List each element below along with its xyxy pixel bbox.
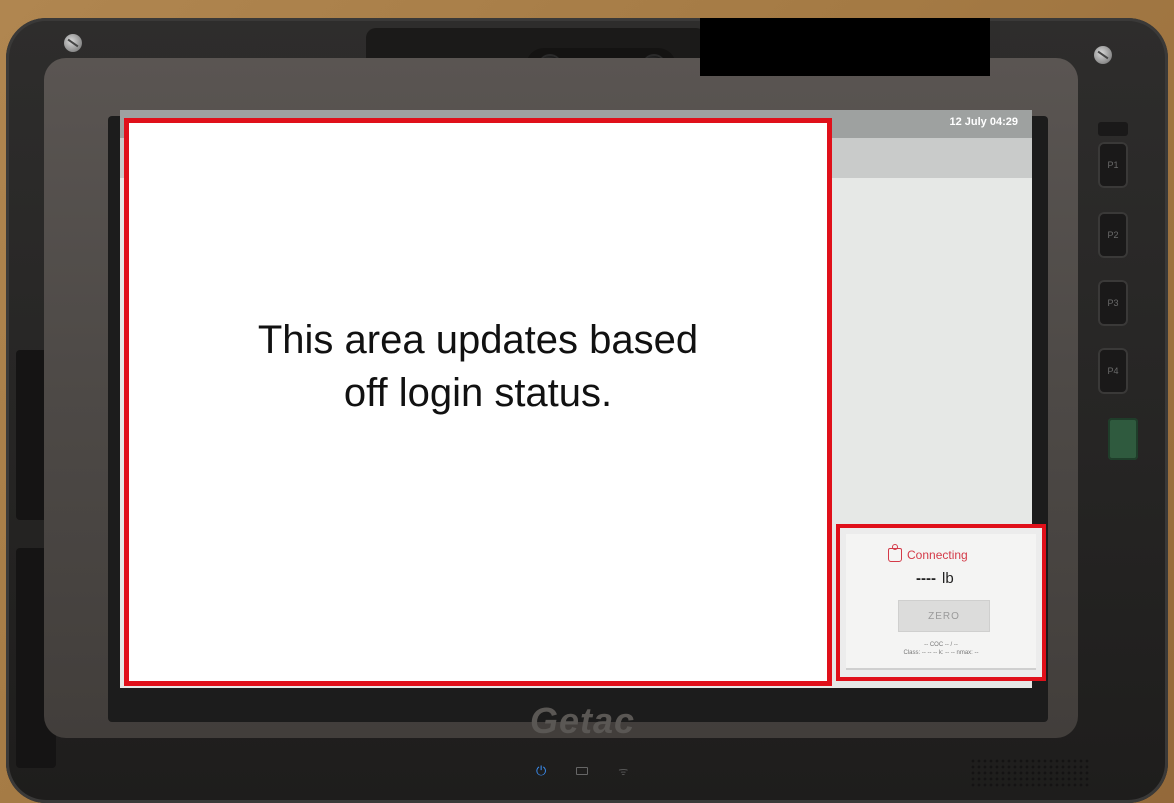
status-datetime: 12 July 04:29: [949, 116, 1019, 128]
login-status-area: This area updates based off login status…: [124, 118, 832, 686]
message-line-2: off login status.: [343, 371, 613, 415]
wifi-icon: ᯤ: [618, 765, 629, 778]
class-line: Class: -- -- -- k: -- -- nmax: --: [903, 650, 979, 656]
zero-button[interactable]: ZERO: [898, 600, 990, 632]
p2-label: P2: [1107, 230, 1119, 240]
message-line-1: This area updates based: [257, 318, 699, 362]
hardware-button-green[interactable]: [1108, 418, 1138, 460]
coc-line: -- COC -- / --: [924, 642, 958, 648]
login-status-message: This area updates based off login status…: [198, 314, 758, 420]
weight-readout: ---- lb: [916, 570, 954, 587]
hardware-button-p2[interactable]: P2: [1098, 212, 1128, 258]
screw-top-left: [64, 34, 82, 52]
weight-unit: lb: [941, 570, 954, 587]
scale-status-text: Connecting: [907, 548, 968, 562]
hardware-button-p3[interactable]: P3: [1098, 280, 1128, 326]
scale-panel: Connecting ---- lb ZERO -- COC -- / -- Cl…: [846, 534, 1036, 670]
scale-weight-icon: [888, 544, 902, 562]
brand-logo: Getac: [530, 700, 636, 741]
p4-label: P4: [1107, 366, 1119, 376]
hardware-button-top[interactable]: [1098, 122, 1128, 136]
screw-top-right: [1094, 46, 1112, 64]
weight-value: ----: [916, 570, 936, 587]
hardware-button-p4[interactable]: P4: [1098, 348, 1128, 394]
bottom-indicator-row: ⏻ ᯤ: [536, 760, 656, 782]
battery-icon: [576, 767, 589, 775]
hardware-button-p1[interactable]: P1: [1098, 142, 1128, 188]
photo-scene: 12 July 04:29 This area updates based of…: [0, 0, 1174, 803]
speaker-grille: [970, 758, 1090, 788]
scale-connection-status: Connecting: [888, 544, 968, 562]
p1-label: P1: [1107, 160, 1119, 170]
power-icon: ⏻: [536, 763, 547, 778]
redacted-area: [700, 18, 990, 76]
scale-panel-highlight: Connecting ---- lb ZERO -- COC -- / -- Cl…: [836, 524, 1046, 681]
p3-label: P3: [1107, 298, 1119, 308]
